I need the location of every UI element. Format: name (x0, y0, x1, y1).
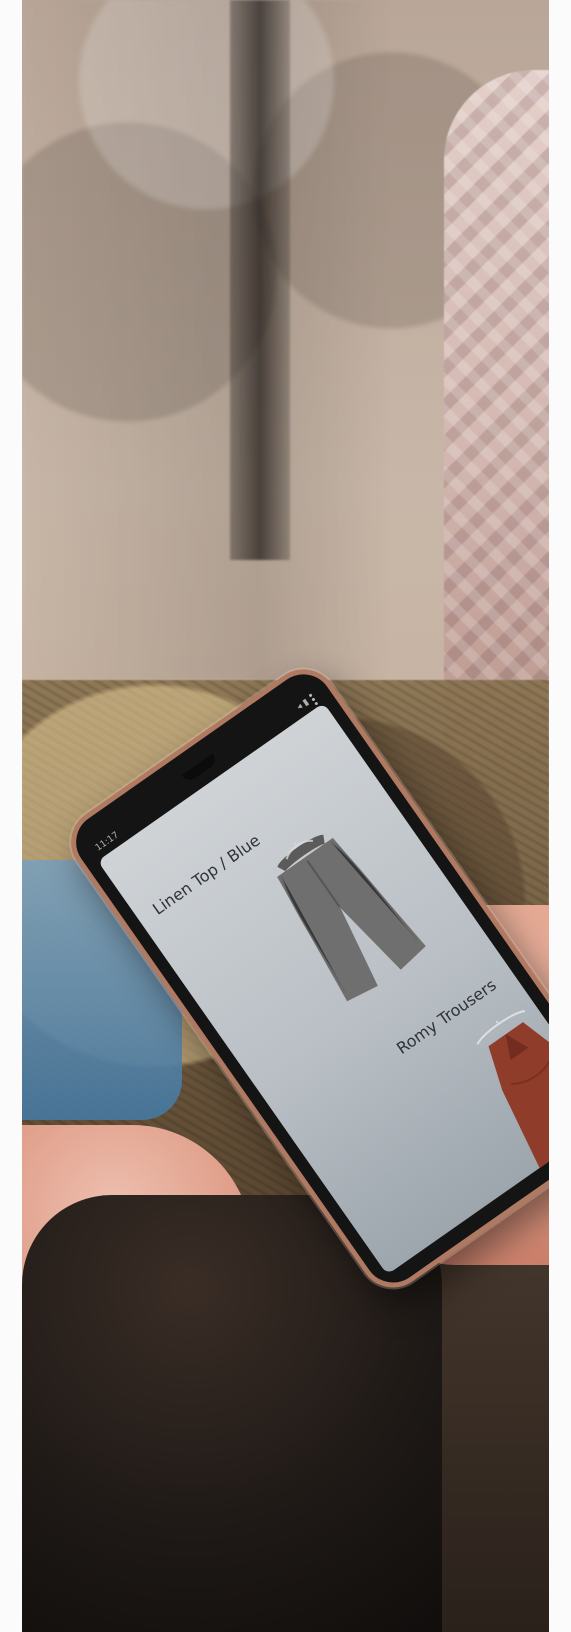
left-margin-strip (0, 0, 22, 1632)
phone: 11:17 ◂ ▮ Linen Top / Blue Romy Trousers (57, 587, 549, 1554)
right-margin-strip (549, 0, 571, 1632)
trousers-icon[interactable] (246, 808, 442, 1016)
page: 11:17 ◂ ▮ Linen Top / Blue Romy Trousers (0, 0, 571, 1632)
left-hand (22, 1125, 252, 1365)
phone-screen: Linen Top / Blue Romy Trousers (97, 702, 549, 1275)
phone-body: 11:17 ◂ ▮ Linen Top / Blue Romy Trousers (57, 656, 549, 1301)
kebab-dot (308, 693, 313, 698)
background-post (230, 0, 290, 560)
kebab-dot (314, 701, 319, 706)
background-bokeh (22, 0, 549, 680)
kebab-dot (311, 697, 316, 702)
photo: 11:17 ◂ ▮ Linen Top / Blue Romy Trousers (22, 0, 549, 1632)
